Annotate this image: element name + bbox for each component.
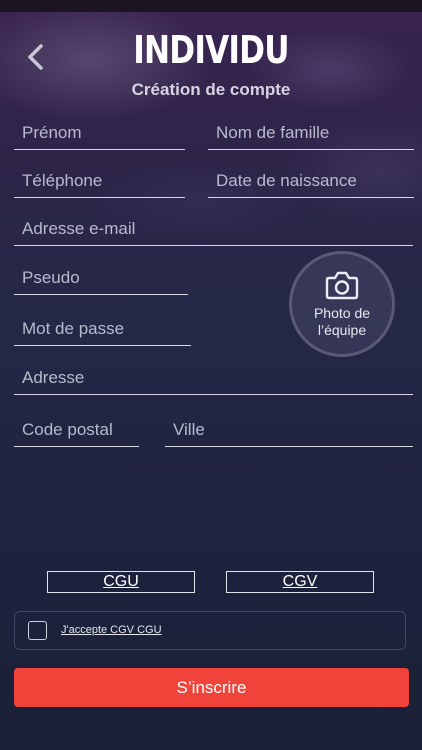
- consent-label[interactable]: J'accepte CGV CGU: [61, 624, 162, 636]
- last-name-field[interactable]: Nom de famille: [208, 116, 414, 150]
- first-name-field[interactable]: Prénom: [14, 116, 185, 150]
- postal-code-field[interactable]: Code postal: [14, 413, 139, 447]
- birth-date-field[interactable]: Date de naissance: [208, 164, 414, 198]
- consent-checkbox[interactable]: [28, 621, 47, 640]
- email-field[interactable]: Adresse e-mail: [14, 212, 413, 246]
- cgu-link-button[interactable]: CGU: [47, 571, 195, 593]
- page-title: INDIVIDU: [133, 28, 289, 72]
- team-photo-label: Photo de l’équipe: [313, 304, 371, 338]
- city-field[interactable]: Ville: [165, 413, 413, 447]
- team-photo-button[interactable]: Photo de l’équipe: [289, 251, 395, 357]
- cgv-link-button[interactable]: CGV: [226, 571, 374, 593]
- username-field[interactable]: Pseudo: [14, 261, 188, 295]
- status-bar: [0, 0, 422, 12]
- camera-icon: [325, 271, 359, 299]
- page-subtitle: Création de compte: [131, 80, 291, 99]
- consent-row: J'accepte CGV CGU: [14, 611, 406, 650]
- password-field[interactable]: Mot de passe: [14, 312, 191, 346]
- address-field[interactable]: Adresse: [14, 361, 413, 395]
- signup-button[interactable]: S’inscrire: [14, 668, 409, 707]
- phone-field[interactable]: Téléphone: [14, 164, 185, 198]
